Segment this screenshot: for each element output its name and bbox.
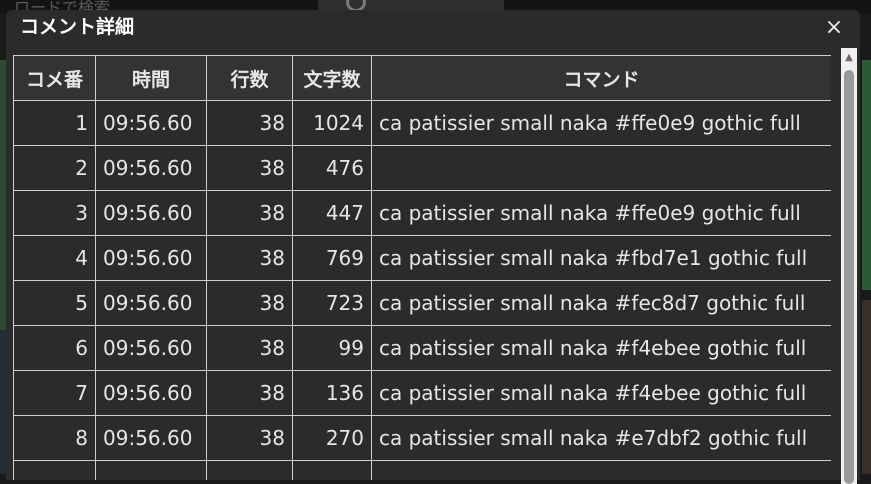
cell-chars: 1024 xyxy=(292,100,372,146)
table-row[interactable]: 3 09:56.60 38 447 ca patissier small nak… xyxy=(13,190,831,236)
comment-detail-dialog: コメント詳細 × コメ番 時間 行数 文字数 コマンド 1 09:56.60 3… xyxy=(6,10,860,484)
table-row[interactable] xyxy=(13,460,831,480)
cell-command: ca patissier small naka #fec8d7 gothic f… xyxy=(371,280,831,326)
cell-time: 09:56.60 xyxy=(95,100,207,146)
cell-lines xyxy=(206,460,293,480)
cell-chars: 136 xyxy=(292,370,372,416)
column-header-no[interactable]: コメ番 xyxy=(13,55,96,101)
cell-command xyxy=(371,460,831,480)
column-header-chars[interactable]: 文字数 xyxy=(292,55,372,101)
column-header-lines[interactable]: 行数 xyxy=(206,55,293,101)
cell-no: 5 xyxy=(13,280,96,326)
comment-table: コメ番 時間 行数 文字数 コマンド 1 09:56.60 38 1024 ca… xyxy=(13,55,831,480)
cell-time: 09:56.60 xyxy=(95,190,207,236)
table-row[interactable]: 7 09:56.60 38 136 ca patissier small nak… xyxy=(13,370,831,416)
cell-time: 09:56.60 xyxy=(95,280,207,326)
dialog-title: コメント詳細 xyxy=(20,16,135,38)
cell-lines: 38 xyxy=(206,370,293,416)
cell-command: ca patissier small naka #f4ebee gothic f… xyxy=(371,370,831,416)
table-row[interactable]: 5 09:56.60 38 723 ca patissier small nak… xyxy=(13,280,831,326)
cell-time: 09:56.60 xyxy=(95,325,207,371)
cell-command: ca patissier small naka #e7dbf2 gothic f… xyxy=(371,415,831,461)
cell-time: 09:56.60 xyxy=(95,370,207,416)
column-header-command[interactable]: コマンド xyxy=(371,55,831,101)
cell-no: 3 xyxy=(13,190,96,236)
close-icon[interactable]: × xyxy=(822,16,846,40)
cell-lines: 38 xyxy=(206,280,293,326)
table-row[interactable]: 6 09:56.60 38 99 ca patissier small naka… xyxy=(13,325,831,371)
cell-command: ca patissier small naka #ffe0e9 gothic f… xyxy=(371,100,831,146)
cell-chars: 99 xyxy=(292,325,372,371)
cell-lines: 38 xyxy=(206,190,293,236)
cell-command xyxy=(371,145,831,191)
cell-time: 09:56.60 xyxy=(95,145,207,191)
table-row[interactable]: 2 09:56.60 38 476 xyxy=(13,145,831,191)
cell-chars: 447 xyxy=(292,190,372,236)
vertical-scrollbar[interactable]: ▲ xyxy=(841,48,857,484)
cell-no: 4 xyxy=(13,235,96,281)
table-row[interactable]: 8 09:56.60 38 270 ca patissier small nak… xyxy=(13,415,831,461)
cell-chars: 476 xyxy=(292,145,372,191)
cell-lines: 38 xyxy=(206,235,293,281)
comment-table-container[interactable]: コメ番 時間 行数 文字数 コマンド 1 09:56.60 38 1024 ca… xyxy=(13,55,831,480)
cell-no: 7 xyxy=(13,370,96,416)
scrollbar-thumb[interactable] xyxy=(844,70,854,484)
cell-command: ca patissier small naka #ffe0e9 gothic f… xyxy=(371,190,831,236)
cell-no: 2 xyxy=(13,145,96,191)
cell-lines: 38 xyxy=(206,100,293,146)
background-thumbnail-right-2 xyxy=(862,300,871,474)
cell-no xyxy=(13,460,96,480)
table-row[interactable]: 4 09:56.60 38 769 ca patissier small nak… xyxy=(13,235,831,281)
cell-command: ca patissier small naka #f4ebee gothic f… xyxy=(371,325,831,371)
cell-command: ca patissier small naka #fbd7e1 gothic f… xyxy=(371,235,831,281)
cell-chars: 723 xyxy=(292,280,372,326)
background-thumbnail-right xyxy=(862,60,871,290)
cell-no: 8 xyxy=(13,415,96,461)
cell-time: 09:56.60 xyxy=(95,235,207,281)
chevron-up-icon[interactable]: ▲ xyxy=(841,48,857,68)
cell-chars xyxy=(292,460,372,480)
cell-lines: 38 xyxy=(206,145,293,191)
cell-no: 1 xyxy=(13,100,96,146)
table-header-row: コメ番 時間 行数 文字数 コマンド xyxy=(13,55,831,101)
cell-no: 6 xyxy=(13,325,96,371)
column-header-time[interactable]: 時間 xyxy=(95,55,207,101)
cell-lines: 38 xyxy=(206,415,293,461)
cell-time: 09:56.60 xyxy=(95,415,207,461)
cell-time xyxy=(95,460,207,480)
cell-lines: 38 xyxy=(206,325,293,371)
cell-chars: 270 xyxy=(292,415,372,461)
table-row[interactable]: 1 09:56.60 38 1024 ca patissier small na… xyxy=(13,100,831,146)
cell-chars: 769 xyxy=(292,235,372,281)
